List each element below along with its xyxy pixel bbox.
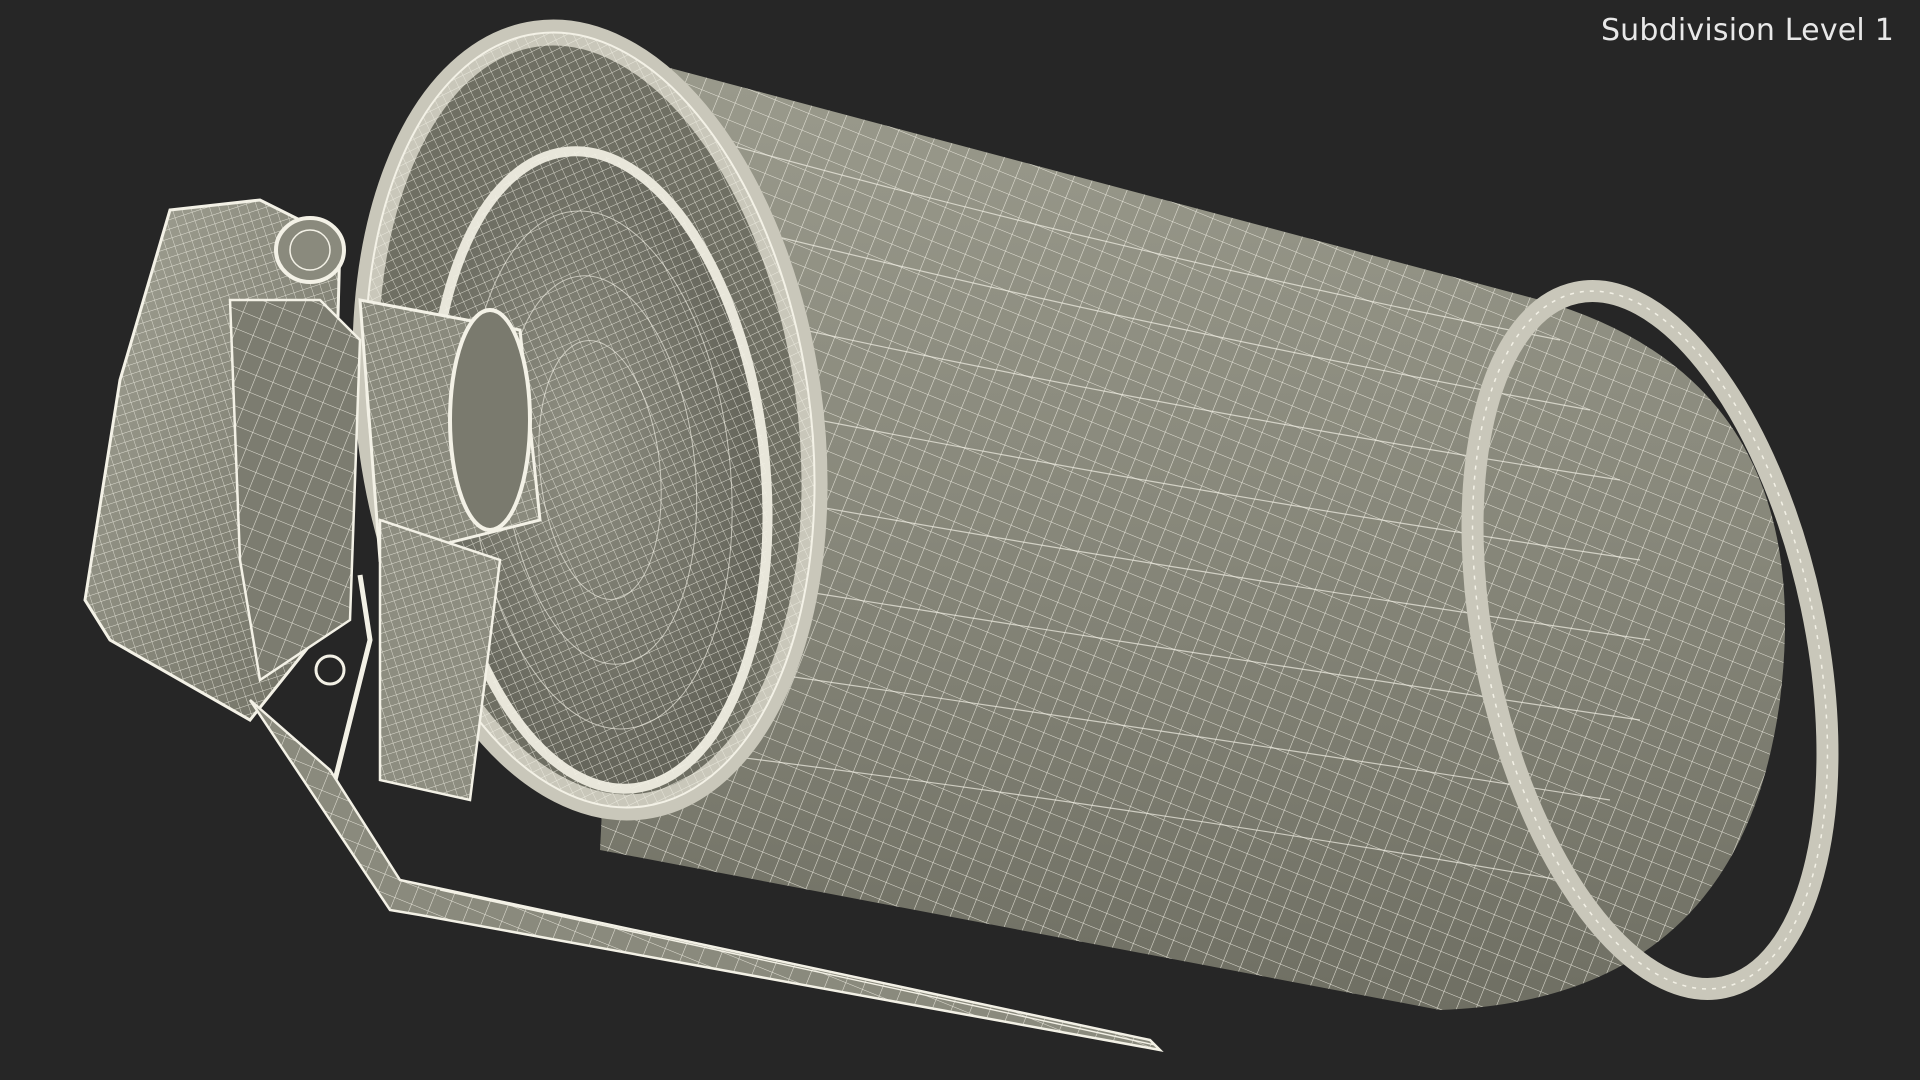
wireframe-render (83, 19, 1839, 1052)
viewport: Subdivision Level 1 (0, 0, 1920, 1080)
fuze-block (358, 298, 542, 562)
subdivision-level-label: Subdivision Level 1 (1600, 13, 1894, 48)
